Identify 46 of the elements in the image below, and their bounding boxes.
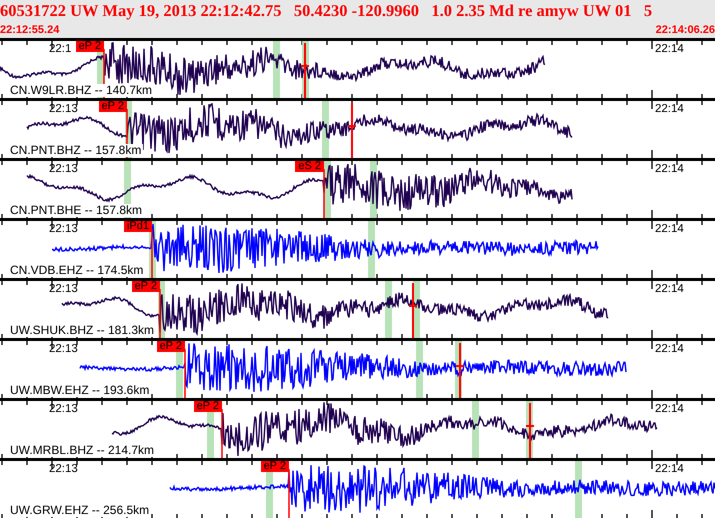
time-label: 22:14 xyxy=(655,463,684,476)
pick-marker-icon xyxy=(347,102,357,158)
phase-pick-flag[interactable]: eP 2 xyxy=(76,41,104,52)
channel-label: UW.MBW.EHZ -- 193.6km xyxy=(10,384,152,397)
pick-line xyxy=(184,349,186,398)
time-label: 22:14 xyxy=(655,43,684,56)
time-label: 22:1 xyxy=(49,43,72,56)
time-label: 22:14 xyxy=(655,103,684,116)
time-label: 22:14 xyxy=(655,343,684,356)
pick-line xyxy=(151,229,153,278)
event-summary: 60531722 UW May 19, 2013 22:12:42.75 50.4230 -120.9960 1.0 2.35 Md re amyw UW 01 5 xyxy=(0,1,652,21)
end-time: 22:14:06.26 xyxy=(656,24,715,36)
phase-pick-flag[interactable]: eP 2 xyxy=(156,341,185,352)
phase-pick-flag[interactable]: eP 2 xyxy=(194,401,222,412)
pick-line xyxy=(323,169,325,218)
phase-window-band xyxy=(575,461,582,518)
time-label: 22:14 xyxy=(655,223,684,236)
time-label: 22:13 xyxy=(49,223,78,236)
time-label: 22:13 xyxy=(49,163,78,176)
pick-line xyxy=(159,289,161,338)
time-label: 22:13 xyxy=(49,403,78,416)
phase-pick-flag[interactable]: eP 2 xyxy=(98,101,127,112)
time-label: 22:14 xyxy=(655,403,684,416)
phase-window-band xyxy=(472,401,479,458)
time-label: 22:14 xyxy=(655,283,684,296)
channel-label: CN.PNT.BHZ -- 157.8km xyxy=(10,144,144,157)
channel-label: UW.GRW.EHZ -- 256.5km xyxy=(10,504,152,517)
phase-pick-flag[interactable]: eP 2 xyxy=(132,281,160,292)
time-label: 22:14 xyxy=(655,163,684,176)
channel-label: UW.MRBL.BHZ -- 214.7km xyxy=(10,444,156,457)
phase-pick-flag[interactable]: eS 2 xyxy=(295,161,324,172)
pick-line xyxy=(221,409,223,458)
channel-label: CN.VDB.EHZ -- 174.5km xyxy=(10,264,146,277)
phase-pick-flag[interactable]: iPd1 xyxy=(124,221,152,232)
pick-marker-icon xyxy=(455,342,465,398)
time-label: 22:13 xyxy=(49,463,78,476)
time-label: 22:13 xyxy=(49,103,78,116)
pick-line xyxy=(288,469,290,518)
phase-pick-flag[interactable]: eP 2 xyxy=(260,461,289,472)
channel-label: CN.W9LR.BHZ -- 140.7km xyxy=(10,84,154,97)
start-time: 22:12:55.24 xyxy=(0,24,60,36)
pick-marker-icon xyxy=(408,282,418,338)
channel-label: CN.PNT.BHE -- 157.8km xyxy=(10,204,144,217)
time-label: 22:13 xyxy=(49,343,78,356)
time-label: 22:13 xyxy=(49,283,78,296)
channel-label: UW.SHUK.BHZ -- 181.3km xyxy=(10,324,156,337)
